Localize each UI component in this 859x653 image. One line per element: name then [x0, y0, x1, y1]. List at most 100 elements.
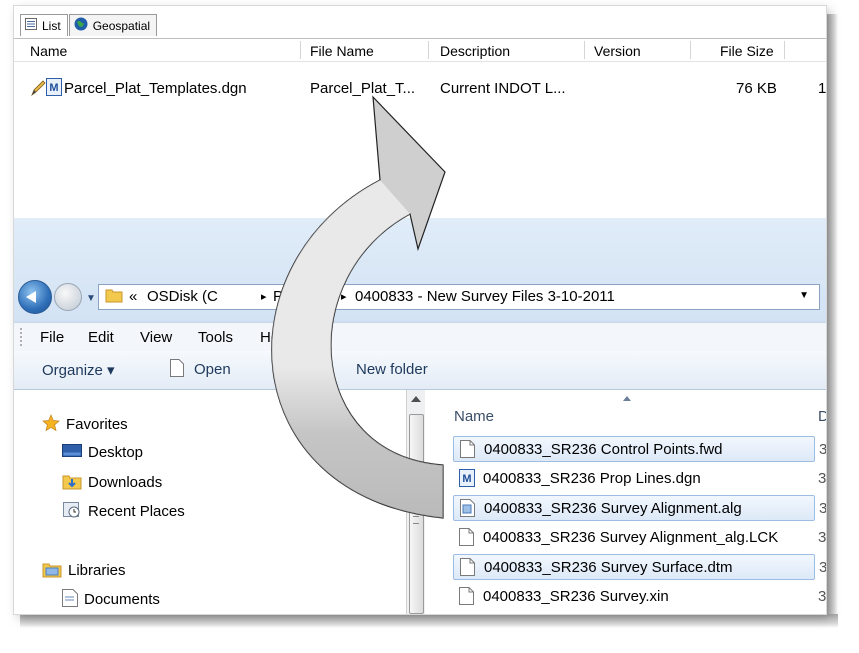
file-row[interactable]: 0400833_SR236 Survey Surface.dtm 3	[453, 554, 826, 580]
file-name: 0400833_SR236 Survey Surface.dtm	[484, 559, 733, 576]
column-divider[interactable]	[300, 41, 301, 59]
column-file-size[interactable]: File Size	[720, 43, 774, 59]
view-tabs: List Geospatial	[20, 14, 158, 36]
alg-file-icon	[460, 499, 475, 521]
nav-documents[interactable]: Documents	[62, 589, 160, 611]
menu-tools[interactable]: Tools	[198, 329, 233, 346]
nav-documents-label: Documents	[84, 590, 160, 608]
back-button[interactable]	[18, 280, 52, 314]
tab-geospatial-label: Geospatial	[92, 18, 151, 33]
table-row[interactable]: M Parcel_Plat_Templates.dgn Parcel_Plat_…	[14, 78, 826, 100]
breadcrumb-current-folder[interactable]: 0400833 - New Survey Files 3-10-2011	[355, 288, 615, 305]
folder-icon	[105, 286, 123, 308]
libraries-label: Libraries	[68, 561, 126, 579]
new-folder-button[interactable]: New folder	[356, 361, 428, 378]
tab-list-label: List	[42, 18, 61, 33]
file-date-cell: 3	[819, 500, 826, 517]
document-list-panel: List Geospatial Name File Name Descripti…	[14, 6, 826, 218]
tab-list[interactable]: List	[20, 14, 68, 36]
file-row[interactable]: M 0400833_SR236 Prop Lines.dgn 3	[453, 466, 826, 491]
column-name[interactable]: Name	[30, 43, 67, 59]
nav-desktop-label: Desktop	[88, 443, 144, 461]
file-date-cell: 3	[818, 469, 826, 487]
file-row[interactable]: 0400833_SR236 Survey Alignment.alg 3	[453, 495, 826, 521]
file-date-cell: 3	[818, 528, 826, 546]
document-file-size: 76 KB	[736, 80, 777, 97]
favorites-label: Favorites	[66, 415, 128, 433]
nav-downloads[interactable]: Downloads	[62, 472, 162, 494]
menu-view[interactable]: View	[140, 329, 172, 346]
navigation-bar: ▼ « OSDisk (C ▸ Projects ▸ 0400833 - New…	[14, 272, 826, 314]
list-icon	[25, 18, 37, 33]
menu-help[interactable]: Help	[260, 329, 291, 346]
document-name: Parcel_Plat_Templates.dgn	[64, 80, 247, 97]
nav-favorites[interactable]: Favorites	[42, 414, 128, 436]
column-header-name[interactable]: Name	[454, 408, 494, 425]
blank-file-icon	[460, 558, 475, 580]
navigation-scrollbar[interactable]	[406, 390, 425, 614]
column-file-name[interactable]: File Name	[310, 43, 374, 59]
file-date-cell: 3	[818, 587, 826, 605]
command-bar: Organize ▾ Open Burn New folder	[14, 351, 826, 390]
frame-shadow-bottom	[20, 614, 838, 628]
microstation-file-icon: M	[46, 78, 62, 100]
nav-recent-places-label: Recent Places	[88, 502, 185, 520]
file-row[interactable]: 0400833_SR236 Control Points.fwd 3	[453, 436, 826, 462]
forward-button[interactable]	[54, 283, 82, 311]
column-version[interactable]: Version	[594, 43, 641, 59]
open-button[interactable]: Open	[194, 361, 231, 378]
blank-file-icon	[459, 527, 474, 550]
file-date-cell: 3	[819, 441, 826, 458]
scroll-grip-icon	[413, 516, 419, 524]
breadcrumb-osdisk[interactable]: OSDisk (C	[147, 288, 218, 305]
breadcrumb-separator[interactable]: ▸	[341, 290, 347, 303]
column-description[interactable]: Description	[440, 43, 510, 59]
blank-file-icon	[459, 586, 474, 609]
frame-shadow-right	[826, 14, 838, 620]
globe-icon	[74, 17, 88, 34]
blank-file-icon	[460, 440, 475, 462]
documents-icon	[62, 589, 78, 611]
address-bar[interactable]: « OSDisk (C ▸ Projects ▸ 0400833 - New S…	[98, 284, 820, 310]
nav-recent-places[interactable]: Recent Places	[62, 501, 185, 523]
scroll-thumb[interactable]	[409, 414, 424, 614]
file-name: 0400833_SR236 Survey Alignment_alg.LCK	[483, 528, 779, 546]
file-name: 0400833_SR236 Control Points.fwd	[484, 441, 723, 458]
file-row[interactable]: 0400833_SR236 Survey.xin 3	[453, 584, 826, 609]
address-dropdown-icon[interactable]: ▼	[799, 290, 809, 301]
downloads-folder-icon	[62, 472, 82, 494]
star-icon	[42, 414, 60, 436]
navigation-pane: Favorites Desktop Downloads Recent Place…	[14, 390, 406, 614]
menu-edit[interactable]: Edit	[88, 329, 114, 346]
burn-button[interactable]: Burn	[278, 361, 310, 378]
scroll-up-icon[interactable]	[411, 396, 421, 402]
recent-pages-dropdown[interactable]: ▼	[86, 293, 96, 304]
breadcrumb-projects[interactable]: Projects	[273, 288, 327, 305]
organize-button[interactable]: Organize ▾	[42, 361, 115, 379]
tab-geospatial[interactable]: Geospatial	[68, 14, 158, 36]
document-description: Current INDOT L...	[440, 80, 566, 97]
file-row[interactable]: 0400833_SR236 Survey Alignment_alg.LCK 3	[453, 525, 826, 550]
file-name: 0400833_SR236 Survey.xin	[483, 587, 669, 605]
microstation-file-icon: M	[459, 468, 475, 491]
breadcrumb-separator[interactable]: ▸	[261, 290, 267, 303]
column-divider[interactable]	[690, 41, 691, 59]
file-date-cell: 3	[819, 559, 826, 576]
svg-text:M: M	[462, 473, 471, 485]
file-name: 0400833_SR236 Prop Lines.dgn	[483, 469, 701, 487]
libraries-icon	[42, 560, 62, 582]
column-divider[interactable]	[784, 41, 785, 59]
column-divider[interactable]	[428, 41, 429, 59]
nav-libraries[interactable]: Libraries	[42, 560, 126, 582]
nav-downloads-label: Downloads	[88, 473, 163, 491]
menu-bar: File Edit View Tools Help	[14, 322, 826, 352]
list-column-header: Name File Name Description Version File …	[14, 38, 826, 62]
address-overflow[interactable]: «	[129, 288, 137, 305]
menu-file[interactable]: File	[40, 329, 64, 346]
document-extra-column: 1	[818, 80, 826, 97]
nav-desktop[interactable]: Desktop	[62, 443, 143, 463]
column-divider[interactable]	[584, 41, 585, 59]
open-file-icon	[170, 359, 184, 381]
document-file-name: Parcel_Plat_T...	[310, 80, 416, 97]
column-header-date[interactable]: D	[818, 408, 826, 425]
